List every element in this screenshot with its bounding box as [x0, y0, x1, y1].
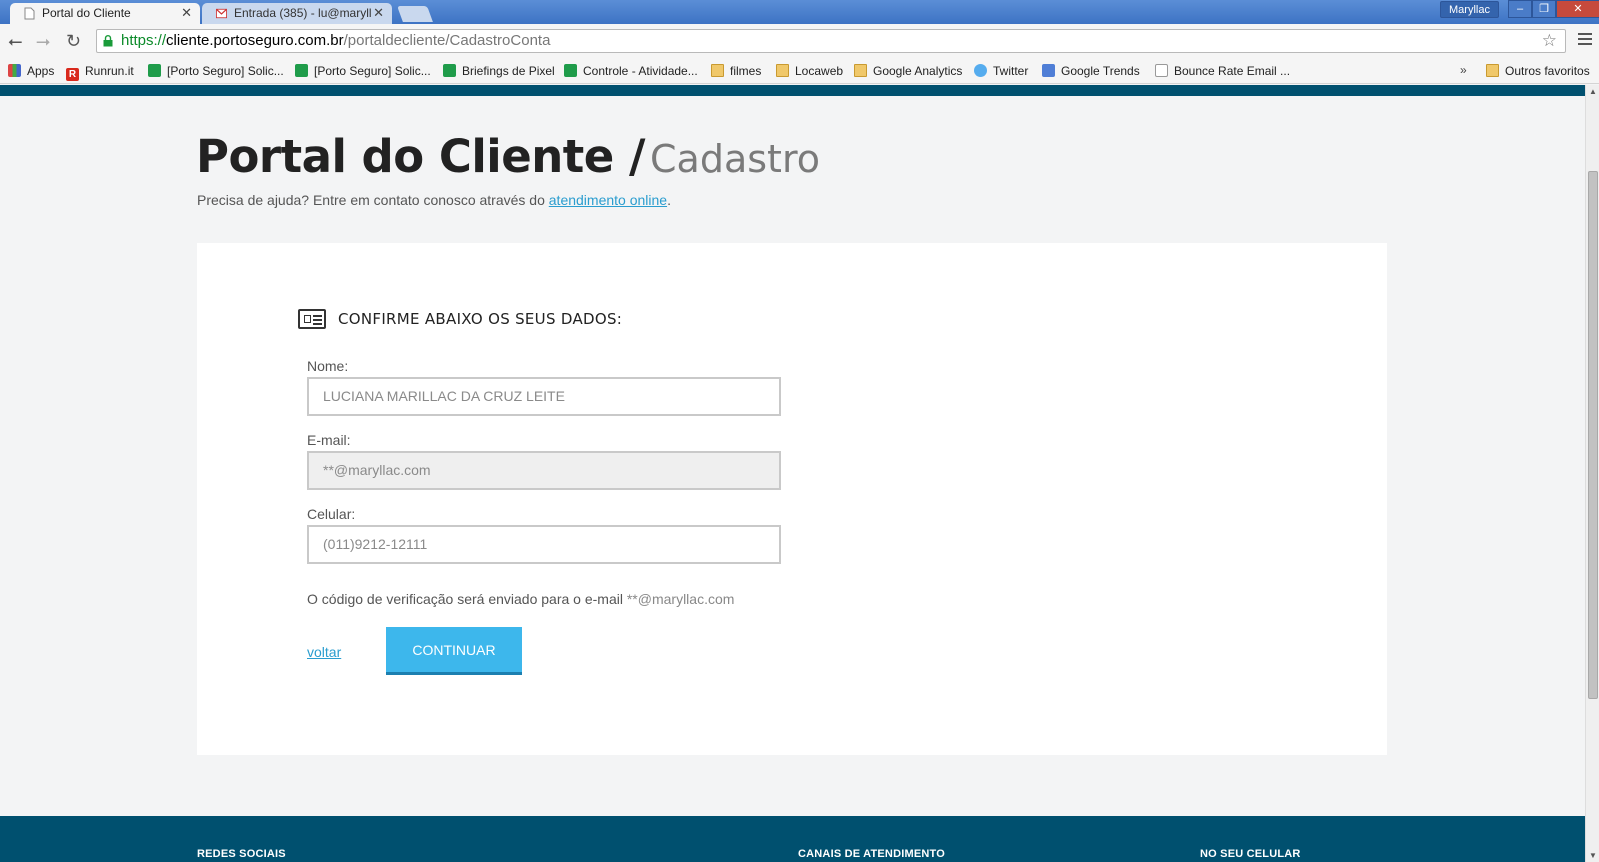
folder-icon [711, 64, 724, 77]
name-field[interactable]: LUCIANA MARILLAC DA CRUZ LEITE [307, 377, 781, 416]
url-host: cliente.portoseguro.com.br [166, 32, 344, 49]
bookmark-label: Outros favoritos [1505, 64, 1590, 78]
lock-icon [103, 35, 113, 47]
footer-channels-heading: CANAIS DE ATENDIMENTO [798, 848, 946, 860]
help-text: Precisa de ajuda? Entre em contato conos… [197, 192, 671, 208]
bookmark-label: Locaweb [795, 64, 844, 78]
scroll-thumb[interactable] [1588, 171, 1598, 699]
browser-toolbar: ⭠ ⭢ ↻ https://cliente.portoseguro.com.br… [0, 24, 1599, 58]
site-footer: REDES SOCIAIS CANAIS DE ATENDIMENTO NO S… [0, 816, 1585, 862]
address-bar[interactable]: https://cliente.portoseguro.com.br/porta… [96, 29, 1566, 53]
page-icon [1155, 64, 1168, 77]
bookmark-label: Apps [27, 64, 55, 78]
page-title-sub: Cadastro [650, 137, 820, 181]
close-window-button[interactable]: ✕ [1556, 0, 1599, 18]
registration-card: CONFIRME ABAIXO OS SEUS DADOS: Nome: LUC… [197, 243, 1387, 755]
tab-portal-do-cliente[interactable]: Portal do Cliente ✕ [10, 3, 200, 24]
bookmark-briefings[interactable]: Briefings de Pixel [443, 63, 555, 79]
verification-notice-email: **@maryllac.com [626, 591, 735, 607]
bookmarks-overflow-button[interactable]: » [1460, 63, 1467, 77]
bookmark-twitter[interactable]: Twitter [974, 63, 1028, 79]
sheet-icon [295, 64, 308, 77]
id-card-icon [298, 309, 326, 329]
folder-icon [776, 64, 789, 77]
close-icon[interactable]: ✕ [181, 3, 192, 23]
verification-notice-text: O código de verificação será enviado par… [307, 591, 623, 607]
bookmark-label: Twitter [993, 64, 1029, 78]
bookmark-label: Controle - Atividade... [583, 64, 698, 78]
page-title: Portal do Cliente / Cadastro [196, 130, 820, 183]
google-trends-icon [1042, 64, 1055, 77]
site-header-bar [0, 85, 1585, 96]
url-scheme: https:// [121, 32, 167, 49]
email-label: E-mail: [307, 432, 351, 448]
scroll-down-arrow-icon[interactable]: ▼ [1586, 851, 1599, 860]
sheet-icon [564, 64, 577, 77]
browser-tabstrip: Portal do Cliente ✕ Entrada (385) - lu@m… [0, 0, 1599, 24]
bookmark-label: Google Analytics [873, 64, 963, 78]
sheet-icon [443, 64, 456, 77]
restore-button[interactable]: ❐ [1532, 0, 1556, 18]
help-text-label: Precisa de ajuda? Entre em contato conos… [197, 192, 545, 208]
folder-icon [854, 64, 867, 77]
phone-label: Celular: [307, 506, 356, 522]
scroll-up-arrow-icon[interactable]: ▲ [1586, 87, 1599, 96]
close-icon[interactable]: ✕ [373, 3, 384, 23]
bookmarks-bar: Apps R Runrun.it [Porto Seguro] Solic... … [0, 58, 1599, 84]
online-support-link[interactable]: atendimento online [549, 192, 667, 208]
apps-icon [8, 64, 21, 77]
page-title-main: Portal do Cliente / [196, 130, 645, 183]
bookmark-label: Runrun.it [85, 64, 134, 78]
bookmark-label: Google Trends [1061, 64, 1140, 78]
back-arrow-icon[interactable]: ⭠ [8, 32, 22, 50]
bookmark-label: [Porto Seguro] Solic... [167, 64, 284, 78]
forward-arrow-icon[interactable]: ⭢ [36, 32, 50, 50]
reload-icon[interactable]: ↻ [66, 32, 81, 50]
other-bookmarks[interactable]: Outros favoritos [1486, 63, 1590, 79]
footer-social-heading: REDES SOCIAIS [197, 848, 286, 860]
url-path: /portaldecliente/CadastroConta [343, 32, 551, 49]
tab-gmail[interactable]: Entrada (385) - lu@maryll ✕ [202, 3, 392, 24]
bookmark-porto-2[interactable]: [Porto Seguro] Solic... [295, 63, 431, 79]
bookmark-google-trends[interactable]: Google Trends [1042, 63, 1140, 79]
tab-title: Portal do Cliente [42, 6, 131, 20]
sheet-icon [148, 64, 161, 77]
bookmark-label: Bounce Rate Email ... [1174, 64, 1291, 78]
bookmark-label: Briefings de Pixel [462, 64, 555, 78]
runrun-icon: R [66, 68, 79, 81]
name-label: Nome: [307, 358, 349, 374]
page-icon [24, 7, 35, 20]
window-controls: – ❐ ✕ [1508, 0, 1599, 18]
continue-button[interactable]: CONTINUAR [386, 627, 522, 675]
profile-button[interactable]: Maryllac [1440, 1, 1499, 18]
verification-notice: O código de verificação será enviado par… [307, 591, 734, 607]
bookmark-runrun[interactable]: R Runrun.it [66, 63, 134, 81]
section-title-text: CONFIRME ABAIXO OS SEUS DADOS: [338, 310, 623, 328]
bookmark-apps[interactable]: Apps [8, 63, 54, 79]
bookmark-locaweb[interactable]: Locaweb [776, 63, 843, 79]
bookmark-bounce-rate[interactable]: Bounce Rate Email ... [1155, 63, 1290, 79]
folder-icon [1486, 64, 1499, 77]
page-scrollbar[interactable]: ▲ ▼ [1585, 85, 1599, 862]
email-field[interactable]: **@maryllac.com [307, 451, 781, 490]
gmail-icon [216, 8, 227, 19]
footer-mobile-heading: NO SEU CELULAR [1200, 848, 1301, 860]
back-link[interactable]: voltar [307, 644, 341, 660]
bookmark-label: [Porto Seguro] Solic... [314, 64, 431, 78]
bookmark-star-icon[interactable]: ☆ [1542, 30, 1557, 52]
bookmark-google-analytics[interactable]: Google Analytics [854, 63, 962, 79]
twitter-icon [974, 64, 987, 77]
section-title: CONFIRME ABAIXO OS SEUS DADOS: [298, 309, 622, 329]
bookmark-porto-1[interactable]: [Porto Seguro] Solic... [148, 63, 284, 79]
chrome-menu-icon[interactable] [1578, 33, 1592, 48]
tab-title: Entrada (385) - lu@maryll [234, 6, 372, 20]
new-tab-button[interactable] [397, 6, 433, 22]
bookmark-filmes[interactable]: filmes [711, 63, 761, 79]
minimize-button[interactable]: – [1508, 0, 1532, 18]
bookmark-controle[interactable]: Controle - Atividade... [564, 63, 698, 79]
bookmark-label: filmes [730, 64, 762, 78]
help-text-end: . [667, 192, 671, 208]
phone-field[interactable]: (011)9212-12111 [307, 525, 781, 564]
